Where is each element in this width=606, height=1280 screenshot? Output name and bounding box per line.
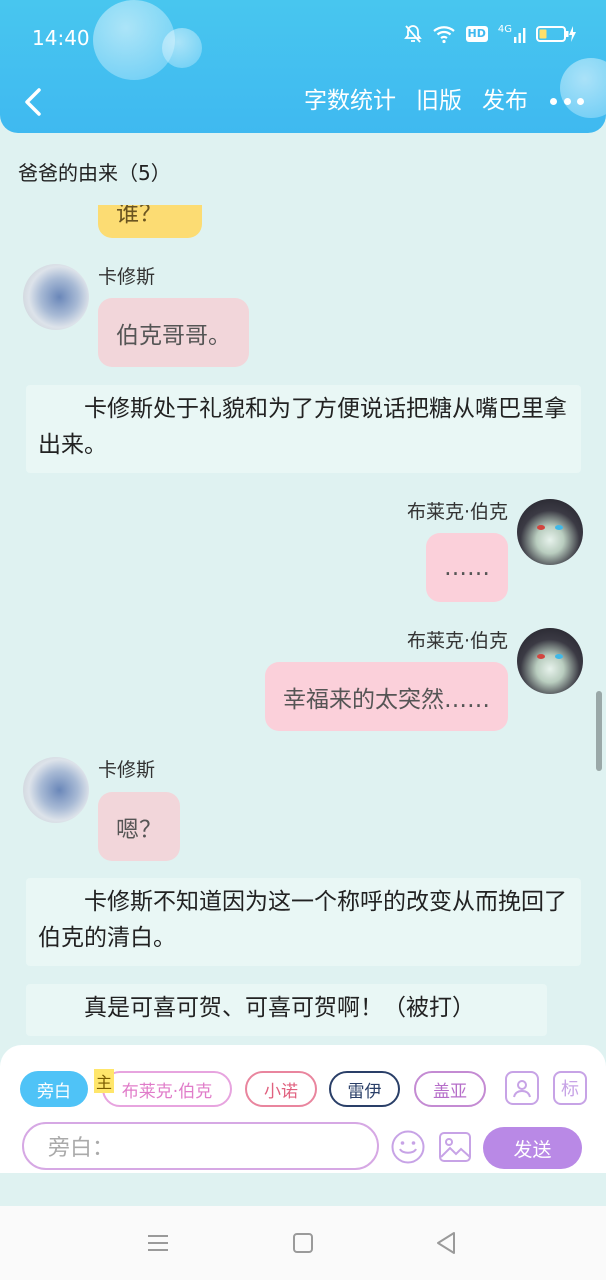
app-header: 14:40 HD 4G 字数统计 旧版 发布 — [0, 0, 606, 133]
chevron-left-icon — [25, 88, 41, 116]
role-chip-narration[interactable]: 旁白 — [20, 1071, 88, 1107]
hd-badge: HD — [465, 26, 488, 42]
message-bubble[interactable]: 幸福来的太突然…… — [265, 662, 508, 731]
emoji-button[interactable] — [390, 1129, 426, 1165]
mute-bell-icon — [403, 25, 422, 43]
avatar-eye — [537, 654, 545, 659]
avatar[interactable] — [517, 499, 583, 565]
narration-text: 卡修斯不知道因为这一个称呼的改变从而挽回了伯克的清白。 — [38, 889, 567, 951]
avatar-eye — [555, 654, 563, 659]
publish-button[interactable]: 发布 — [482, 84, 528, 118]
speaker-name: 卡修斯 — [98, 266, 156, 288]
back-button[interactable] — [18, 82, 50, 122]
character-button[interactable] — [505, 1071, 539, 1105]
avatar[interactable] — [23, 757, 89, 823]
composer-panel: 旁白 布莱克·伯克 主 小诺 雷伊 盖亚 标 旁白： 发送 — [0, 1045, 606, 1173]
nav-actions: 字数统计 旧版 发布 — [284, 84, 584, 118]
message-text: 他是谁？ — [116, 205, 162, 227]
old-version-button[interactable]: 旧版 — [416, 84, 462, 118]
status-icons: HD 4G — [403, 24, 578, 44]
narration-block[interactable]: 真是可喜可贺、可喜可贺啊！（被打） — [26, 984, 547, 1036]
home-square-icon[interactable] — [291, 1228, 315, 1258]
avatar[interactable] — [23, 264, 89, 330]
speaker-name: 布莱克·伯克 — [406, 630, 508, 652]
message-input[interactable]: 旁白： — [22, 1122, 379, 1170]
tag-button[interactable]: 标 — [553, 1071, 587, 1105]
message-bubble[interactable]: 伯克哥哥。 — [98, 298, 249, 367]
image-icon — [439, 1132, 471, 1162]
chat-list[interactable]: 他是谁？ 卡修斯 伯克哥哥。 卡修斯处于礼貌和为了方便说话把糖从嘴巴里拿出来。 … — [0, 205, 606, 1043]
narration-block[interactable]: 卡修斯不知道因为这一个称呼的改变从而挽回了伯克的清白。 — [26, 878, 581, 966]
message-text: …… — [444, 554, 490, 581]
battery-icon — [536, 26, 576, 42]
role-chip-xiaonuo[interactable]: 小诺 — [245, 1071, 317, 1107]
role-chip-leiyi[interactable]: 雷伊 — [329, 1071, 400, 1107]
role-chip-gaiya[interactable]: 盖亚 — [414, 1071, 486, 1107]
signal-icon — [514, 28, 526, 43]
network-type-label: 4G — [497, 24, 512, 35]
narration-text: 卡修斯处于礼貌和为了方便说话把糖从嘴巴里拿出来。 — [38, 396, 567, 458]
avatar-eye — [537, 525, 545, 530]
word-count-button[interactable]: 字数统计 — [304, 84, 396, 118]
back-triangle-icon[interactable] — [434, 1228, 458, 1258]
input-placeholder: 旁白： — [48, 1136, 115, 1161]
message-text: 幸福来的太突然…… — [283, 686, 490, 713]
avatar[interactable] — [517, 628, 583, 694]
nav-bar: 字数统计 旧版 发布 — [0, 74, 606, 130]
status-bar: 14:40 HD 4G — [0, 0, 606, 74]
menu-icon[interactable] — [146, 1228, 170, 1258]
scrollbar-thumb[interactable] — [596, 691, 602, 771]
message-bubble[interactable]: 嗯？ — [98, 792, 180, 861]
chapter-title: 爸爸的由来（5） — [18, 161, 171, 185]
speaker-name: 卡修斯 — [98, 759, 156, 781]
message-bubble[interactable]: …… — [426, 533, 508, 602]
more-dot — [550, 97, 557, 105]
more-menu-button[interactable] — [550, 84, 584, 118]
message-text: 嗯？ — [116, 816, 162, 843]
more-dot — [563, 97, 571, 105]
more-dot — [577, 97, 584, 105]
message-text: 伯克哥哥。 — [116, 322, 231, 349]
send-button[interactable]: 发送 — [483, 1127, 582, 1169]
status-time: 14:40 — [32, 26, 90, 50]
role-chip-blake[interactable]: 布莱克·伯克 — [102, 1071, 232, 1107]
speaker-name: 布莱克·伯克 — [406, 501, 508, 523]
narration-text: 真是可喜可贺、可喜可贺啊！（被打） — [84, 995, 475, 1021]
avatar-eye — [555, 525, 563, 530]
narration-block[interactable]: 卡修斯处于礼貌和为了方便说话把糖从嘴巴里拿出来。 — [26, 385, 581, 473]
image-button[interactable] — [437, 1129, 473, 1165]
message-bubble-partial[interactable]: 他是谁？ — [98, 205, 202, 238]
person-icon — [513, 1080, 531, 1098]
wifi-icon — [432, 26, 455, 44]
system-nav-bar — [0, 1206, 606, 1280]
main-role-tag: 主 — [94, 1069, 114, 1093]
emoji-icon — [391, 1130, 425, 1164]
signal-group: 4G — [498, 25, 526, 43]
